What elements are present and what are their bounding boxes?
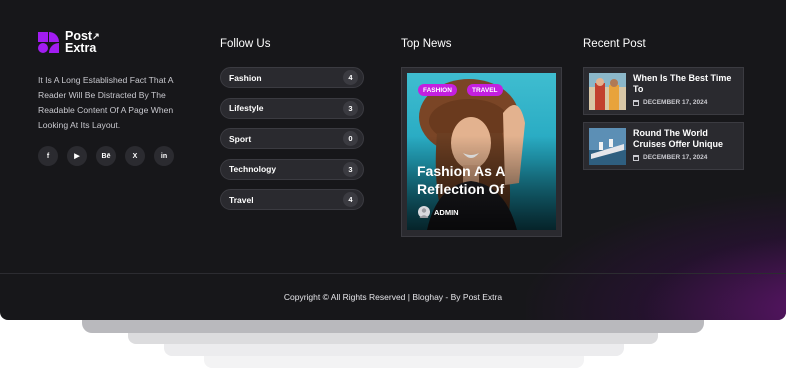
category-list: Fashion 4 Lifestyle 3 Sport 0 Technology… <box>220 67 364 220</box>
footer-divider <box>0 273 786 274</box>
recent-post-heading: Recent Post <box>583 38 646 50</box>
category-label: Technology <box>229 164 277 174</box>
category-item-sport[interactable]: Sport 0 <box>220 128 364 149</box>
logo[interactable]: Post↗ Extra <box>38 30 188 54</box>
about-column: Post↗ Extra It Is A Long Established Fac… <box>38 30 188 166</box>
tag-fashion[interactable]: FASHION <box>418 84 457 96</box>
top-news-heading: Top News <box>401 38 452 50</box>
recent-post-title[interactable]: Round The World Cruises Offer Unique <box>633 128 738 150</box>
youtube-icon[interactable]: ▶ <box>67 146 87 166</box>
news-author: ADMIN <box>418 206 459 218</box>
category-count-badge: 4 <box>343 192 358 207</box>
category-label: Fashion <box>229 72 262 83</box>
category-item-fashion[interactable]: Fashion 4 <box>220 67 364 88</box>
category-label: Travel <box>229 194 254 205</box>
category-item-technology[interactable]: Technology 3 <box>220 158 364 180</box>
linkedin-icon[interactable]: in <box>154 146 174 166</box>
category-count-badge: 3 <box>343 100 358 116</box>
recent-post-thumbnail <box>589 73 626 110</box>
social-links: f ▶ Bē X in <box>38 146 188 166</box>
top-news-card[interactable]: FASHION TRAVEL Fashion As A Reflection O… <box>401 67 562 237</box>
logo-text: Post↗ Extra <box>65 29 100 55</box>
recent-post-title[interactable]: When Is The Best Time To <box>633 73 738 95</box>
category-count-badge: 3 <box>343 161 358 177</box>
category-item-travel[interactable]: Travel 4 <box>220 189 364 210</box>
behance-icon[interactable]: Bē <box>96 146 116 166</box>
top-news-image: FASHION TRAVEL Fashion As A Reflection O… <box>407 73 556 230</box>
category-count-badge: 0 <box>343 131 358 146</box>
site-footer: Post↗ Extra It Is A Long Established Fac… <box>0 0 786 320</box>
recent-post-item[interactable]: When Is The Best Time To DECEMBER 17, 20… <box>583 67 744 115</box>
top-news-headline[interactable]: Fashion As A Reflection Of <box>417 162 552 198</box>
recent-post-thumbnail <box>589 128 626 165</box>
avatar-icon <box>418 206 430 218</box>
logo-mark-icon <box>38 31 59 53</box>
author-name: ADMIN <box>434 207 459 217</box>
x-icon[interactable]: X <box>125 146 145 166</box>
calendar-icon <box>633 154 639 161</box>
tag-travel[interactable]: TRAVEL <box>467 84 503 96</box>
category-label: Sport <box>229 133 252 144</box>
recent-post-item[interactable]: Round The World Cruises Offer Unique DEC… <box>583 122 744 170</box>
about-text: It Is A Long Established Fact That A Rea… <box>38 75 174 130</box>
category-count-badge: 4 <box>343 70 358 85</box>
follow-us-heading: Follow Us <box>220 38 271 50</box>
recent-post-date: DECEMBER 17, 2024 <box>633 99 738 106</box>
copyright-text: Copyright © All Rights Reserved | Blogha… <box>283 292 503 302</box>
category-label: Lifestyle <box>229 103 264 113</box>
recent-post-date: DECEMBER 17, 2024 <box>633 154 738 161</box>
calendar-icon <box>633 99 639 106</box>
arrow-up-right-icon: ↗ <box>92 31 100 41</box>
category-item-lifestyle[interactable]: Lifestyle 3 <box>220 97 364 119</box>
facebook-icon[interactable]: f <box>38 146 58 166</box>
